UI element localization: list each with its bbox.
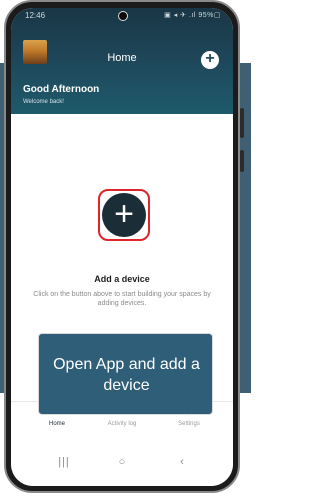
stage: 12:46 ▣ ◂ ✈ .ıl 95%▢ Home + Good Afterno… bbox=[0, 0, 251, 497]
add-button[interactable]: + bbox=[201, 50, 219, 69]
recent-apps-button[interactable]: ||| bbox=[49, 456, 79, 468]
plus-circle-icon: + bbox=[205, 50, 215, 67]
callout-text: Open App and add a device bbox=[53, 356, 200, 394]
volume-key bbox=[240, 108, 244, 138]
instruction-callout: Open App and add a device bbox=[38, 333, 213, 415]
page-title: Home bbox=[107, 52, 137, 64]
status-bar: 12:46 ▣ ◂ ✈ .ıl 95%▢ bbox=[11, 8, 233, 26]
nav-item-label: Activity log bbox=[107, 421, 137, 427]
system-nav: ||| ○ ‹ bbox=[11, 444, 233, 486]
greeting: Good Afternoon bbox=[23, 84, 100, 95]
camera-hole bbox=[118, 11, 128, 21]
nav-item-label: Settings bbox=[178, 421, 200, 427]
system-back-button[interactable]: ‹ bbox=[167, 456, 197, 468]
subgreeting: Welcome back! bbox=[23, 99, 64, 105]
plus-icon: + bbox=[114, 195, 134, 233]
power-key bbox=[240, 150, 244, 172]
empty-state-description: Click on the button above to start build… bbox=[33, 291, 211, 307]
add-device-button[interactable]: + bbox=[102, 193, 146, 237]
nav-item-label: Home bbox=[48, 421, 65, 427]
app-header: 12:46 ▣ ◂ ✈ .ıl 95%▢ Home + Good Afterno… bbox=[11, 8, 233, 114]
system-home-button[interactable]: ○ bbox=[107, 456, 137, 468]
status-time: 12:46 bbox=[25, 11, 46, 20]
empty-state-title: Add a device bbox=[94, 274, 150, 284]
status-icons: ▣ ◂ ✈ .ıl 95%▢ bbox=[164, 12, 221, 19]
